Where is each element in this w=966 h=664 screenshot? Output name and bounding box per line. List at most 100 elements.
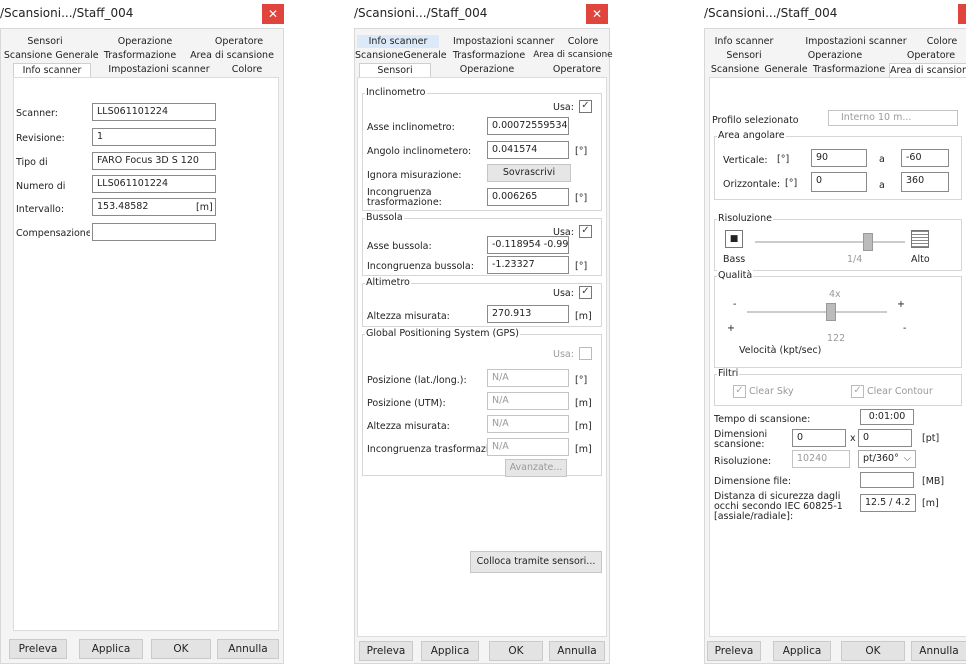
verticale-to-field[interactable]: -60 (901, 149, 949, 167)
gps-row-field[interactable]: N/A (487, 369, 569, 387)
tab-content: Scanner: LLS061101224 Revisione: 1 Tipo … (13, 77, 279, 631)
dimensioni-unit: [pt] (922, 433, 940, 444)
close-icon[interactable]: ✕ (586, 4, 608, 24)
gps-row-unit: [m] (575, 421, 592, 432)
clear-contour-checkbox[interactable]: ✓ (851, 385, 864, 398)
tab-impostazioni-scanner[interactable]: Impostazioni scanner (107, 63, 211, 76)
ok-button[interactable]: OK (841, 641, 905, 661)
altezza-misurata-label: Altezza misurata: (367, 311, 450, 322)
tab-colore[interactable]: Colore (217, 63, 277, 76)
tab-area-di-scansione[interactable]: Area di scansione (183, 49, 281, 62)
tab-trasformazione[interactable]: Trasformazione (99, 49, 181, 62)
clear-contour-label: Clear Contour (867, 386, 933, 397)
tab-scansione[interactable]: Scansione (355, 49, 403, 62)
tab-operatore[interactable]: Operatore (549, 63, 605, 76)
tab-content: Inclinometro Usa: ✓ Asse inclinometro: 0… (357, 77, 607, 637)
tab-generale[interactable]: Generale (763, 63, 809, 76)
resolution-slider[interactable] (755, 233, 905, 251)
gps-row-field[interactable]: N/A (487, 438, 569, 456)
orizzontale-label: Orizzontale: (723, 179, 781, 190)
close-icon[interactable]: ✕ (262, 4, 284, 24)
ok-button[interactable]: OK (151, 639, 211, 659)
preleva-button[interactable]: Preleva (707, 641, 761, 661)
altimetro-usa-checkbox[interactable]: ✓ (579, 286, 592, 299)
tab-operazione[interactable]: Operazione (455, 63, 519, 76)
tempo-field[interactable]: 0:01:00 (860, 409, 914, 425)
tab-scansione[interactable]: Scansione (709, 63, 761, 76)
tab-scansione[interactable]: Scansione (3, 49, 53, 62)
applica-button[interactable]: Applica (773, 641, 831, 661)
tab-info-scanner[interactable]: Info scanner (13, 63, 91, 78)
revisione-field[interactable]: 1 (92, 128, 216, 146)
asse-inclinometro-field[interactable]: 0.00072559534 -1 (487, 117, 569, 135)
tipo-field[interactable]: FARO Focus 3D S 120 (92, 152, 216, 170)
inclinometro-usa-checkbox[interactable]: ✓ (579, 100, 592, 113)
preleva-button[interactable]: Preleva (9, 639, 67, 659)
applica-button[interactable]: Applica (79, 639, 143, 659)
applica-button[interactable]: Applica (421, 641, 479, 661)
gps-row-field[interactable]: N/A (487, 415, 569, 433)
preleva-button[interactable]: Preleva (359, 641, 413, 661)
compensazione-field[interactable] (92, 223, 216, 241)
tab-operazione[interactable]: Operazione (803, 49, 867, 62)
annulla-button[interactable]: Annulla (911, 641, 966, 661)
incongruenza-bussola-unit: [°] (575, 261, 588, 272)
verticale-from-field[interactable]: 90 (811, 149, 867, 167)
inclinometro-title: Inclinometro (365, 87, 427, 98)
gps-row-field[interactable]: N/A (487, 392, 569, 410)
avanzate-button[interactable]: Avanzate... (505, 459, 567, 477)
profilo-field[interactable]: Interno 10 m... (828, 110, 958, 126)
tab-row-1: Info scanner Impostazioni scanner Colore (355, 35, 609, 48)
altimetro-title: Altimetro (365, 277, 411, 288)
tab-area-di-scansione[interactable]: Area di scansione (533, 49, 613, 62)
tab-impostazioni-scanner[interactable]: Impostazioni scanner (803, 35, 909, 48)
numero-field[interactable]: LLS061101224 (92, 175, 216, 193)
tab-operatore[interactable]: Operatore (899, 49, 963, 62)
tab-colore[interactable]: Colore (919, 35, 965, 48)
colloca-tramite-sensori-button[interactable]: Colloca tramite sensori... (470, 551, 602, 573)
tab-trasformazione[interactable]: Trasformazione (449, 49, 529, 62)
file-field[interactable] (860, 472, 914, 488)
tab-operatore[interactable]: Operatore (209, 35, 269, 48)
qualita-slider[interactable] (747, 303, 887, 321)
ok-button[interactable]: OK (489, 641, 543, 661)
sovrascrivi-button[interactable]: Sovrascrivi (487, 164, 571, 182)
annulla-button[interactable]: Annulla (217, 639, 279, 659)
incongruenza-trasformazione-field[interactable]: 0.006265 (487, 188, 569, 206)
close-icon[interactable] (958, 4, 966, 24)
angolo-inclinometro-field[interactable]: 0.041574 (487, 141, 569, 159)
tab-sensori[interactable]: Sensori (359, 63, 431, 78)
annulla-button[interactable]: Annulla (549, 641, 605, 661)
gps-usa-checkbox[interactable] (579, 347, 592, 360)
distanza-field[interactable]: 12.5 / 4.2 (860, 494, 916, 512)
ris-unit-select[interactable]: pt/360° ⌵ (858, 450, 916, 468)
tab-generale[interactable]: Generale (55, 49, 99, 62)
dimensioni-width-field[interactable]: 0 (792, 429, 846, 447)
tab-area-di-scansione[interactable]: Area di scansione (889, 63, 966, 78)
tab-info-scanner[interactable]: Info scanner (713, 35, 775, 48)
bussola-usa-checkbox[interactable]: ✓ (579, 225, 592, 238)
ris-field[interactable]: 10240 (792, 450, 850, 468)
risoluzione-title: Risoluzione (717, 213, 773, 224)
asse-bussola-field[interactable]: -0.118954 -0.992 (487, 236, 569, 254)
qualita-slider-thumb[interactable] (826, 303, 837, 321)
qualita-plus-top: + (897, 299, 905, 310)
scanner-field[interactable]: LLS061101224 (92, 103, 216, 121)
tab-operazione[interactable]: Operazione (105, 35, 185, 48)
clear-sky-checkbox[interactable]: ✓ (733, 385, 746, 398)
qualita-bottom-value: 122 (827, 333, 846, 344)
tab-generale[interactable]: Generale (403, 49, 447, 62)
incongruenza-bussola-field[interactable]: -1.23327 (487, 256, 569, 274)
tab-sensori[interactable]: Sensori (15, 35, 75, 48)
orizzontale-to-field[interactable]: 360 (901, 172, 949, 192)
tab-trasformazione[interactable]: Trasformazione (811, 63, 887, 76)
tab-info-scanner[interactable]: Info scanner (357, 35, 439, 48)
orizzontale-from-field[interactable]: 0 (811, 172, 867, 192)
tab-sensori[interactable]: Sensori (717, 49, 771, 62)
dimensioni-height-field[interactable]: 0 (858, 429, 912, 447)
altezza-misurata-field[interactable]: 270.913 (487, 305, 569, 323)
tab-impostazioni-scanner[interactable]: Impostazioni scanner (453, 35, 554, 48)
tab-colore[interactable]: Colore (561, 35, 605, 48)
resolution-slider-thumb[interactable] (862, 233, 873, 251)
gps-title: Global Positioning System (GPS) (365, 328, 521, 339)
